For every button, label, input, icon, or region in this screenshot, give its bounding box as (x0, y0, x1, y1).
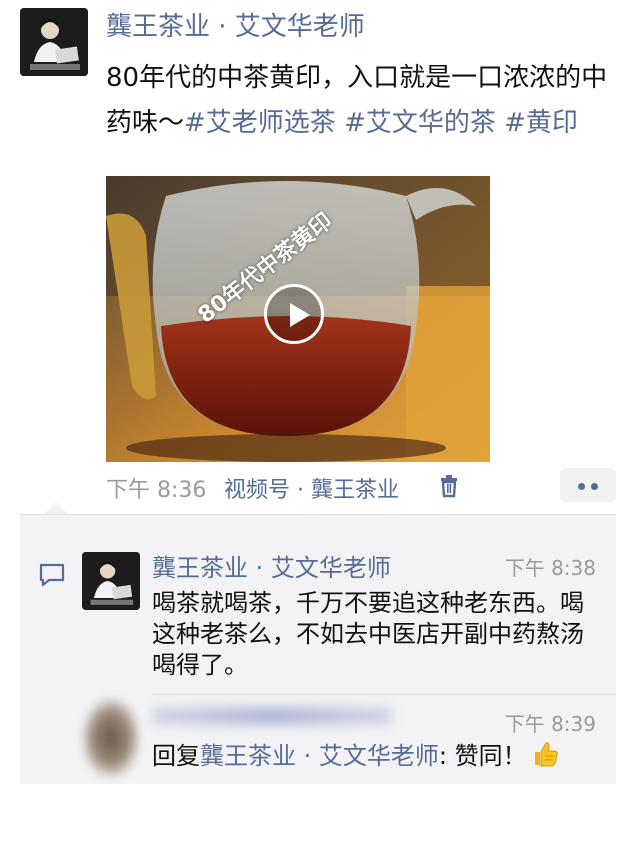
comment-text: 喝茶就喝茶，千万不要追这种老东西。喝这种老茶么，不如去中医店开副中药熬汤喝得了。 (152, 589, 584, 679)
hashtag-link[interactable]: #艾文华的茶 (344, 108, 496, 138)
reply-author-name-blurred[interactable] (152, 708, 392, 724)
reply-author-avatar-blurred[interactable] (82, 698, 140, 778)
comment-bubble-icon (38, 562, 66, 592)
hashtag-link[interactable]: #黄印 (504, 108, 578, 138)
more-dots-icon (578, 483, 585, 490)
more-dots-icon (591, 483, 598, 490)
post-text: 80年代的中茶黄印，入口就是一口浓浓的中药味～#艾老师选茶 #艾文华的茶 #黄印 (106, 56, 626, 146)
comment-author-name[interactable]: 龔王茶业 · 艾文华老师 (152, 548, 391, 583)
reply-text: 回复龔王茶业 · 艾文华老师: 赞同！ (152, 740, 559, 776)
comment-timestamp: 下午 8:38 (504, 556, 596, 580)
reply-prefix: 回复 (152, 742, 200, 770)
comment-section: 龔王茶业 · 艾文华老师 下午 8:38 喝茶就喝茶，千万不要追这种老东西。喝这… (20, 502, 616, 784)
comment-author-avatar[interactable] (82, 552, 140, 610)
post-author-name[interactable]: 龔王茶业 · 艾文华老师 (106, 6, 365, 43)
thumbs-up-icon (531, 740, 559, 776)
hashtag-link[interactable]: #艾老师选茶 (184, 108, 336, 138)
post-timestamp: 下午 8:36 (106, 478, 207, 503)
video-thumbnail[interactable]: 80年代中茶黄印 (106, 176, 490, 462)
play-icon[interactable] (264, 284, 324, 344)
reply-to-link[interactable]: 龔王茶业 · 艾文华老师 (200, 742, 439, 770)
more-options-button[interactable] (560, 468, 616, 502)
post-author-avatar[interactable] (20, 8, 88, 76)
comment-section-divider (20, 514, 616, 515)
comment-divider (152, 694, 616, 695)
reply-body: : 赞同！ (438, 742, 527, 770)
channel-link[interactable]: 视频号 · 龔王茶业 (224, 472, 399, 504)
reply-timestamp: 下午 8:39 (504, 712, 596, 736)
trash-icon[interactable] (438, 474, 460, 504)
